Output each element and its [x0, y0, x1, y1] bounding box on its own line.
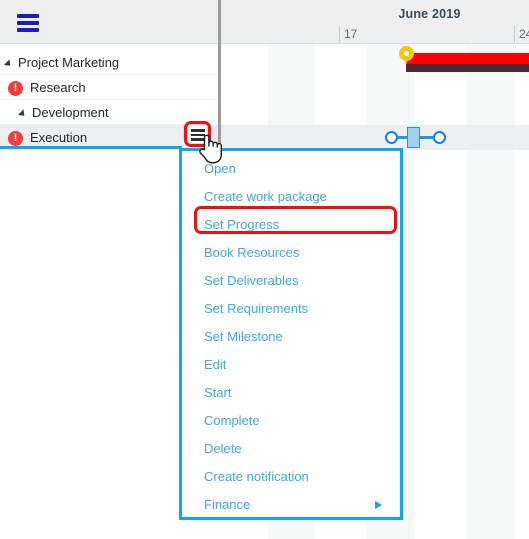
expander-icon[interactable]	[3, 59, 14, 69]
hamburger-bar-2	[17, 21, 39, 25]
row-hamburger-bar-1	[191, 129, 205, 132]
menu-item-label: Set Deliverables	[204, 273, 299, 288]
menu-item-set-requirements[interactable]: Set Requirements	[182, 295, 400, 323]
task-context-menu: Open Create work package Set Progress Bo…	[179, 148, 403, 520]
hamburger-icon[interactable]	[17, 14, 39, 32]
chevron-right-icon	[375, 501, 382, 509]
timeline-month-label: June 2019	[398, 7, 461, 21]
row-hamburger-bar-3	[191, 138, 205, 141]
table-row[interactable]: Development	[0, 100, 219, 125]
selected-row-highlight	[221, 125, 529, 150]
menu-item-label: Complete	[204, 413, 260, 428]
timeline-week-tick-24: 24	[514, 26, 529, 43]
menu-item-book-resources[interactable]: Book Resources	[182, 239, 400, 267]
menu-item-set-deliverables[interactable]: Set Deliverables	[182, 267, 400, 295]
menu-item-label: Finance	[204, 497, 251, 512]
task-bar-handle[interactable]	[407, 127, 420, 148]
menu-item-edit[interactable]: Edit	[182, 351, 400, 379]
warning-icon: !	[8, 131, 23, 146]
milestone-pin-dot	[404, 51, 409, 56]
menu-item-label: Start	[204, 385, 232, 400]
summary-task-bar[interactable]	[406, 53, 529, 64]
dependency-link-segment	[0, 146, 182, 149]
task-name: Project Marketing	[18, 55, 120, 70]
menu-item-label: Open	[204, 161, 236, 176]
menu-item-label: Book Resources	[204, 245, 300, 260]
timeline-day-band	[467, 44, 514, 539]
task-name: Research	[30, 80, 86, 95]
menu-item-label: Edit	[204, 357, 227, 372]
menu-item-label: Create work package	[204, 189, 327, 204]
menu-item-complete[interactable]: Complete	[182, 407, 400, 435]
warning-icon: !	[8, 81, 23, 96]
task-start-handle[interactable]	[385, 131, 398, 144]
milestone-pin-icon[interactable]	[399, 46, 414, 66]
task-name: Development	[32, 105, 109, 120]
row-hamburger-icon[interactable]	[187, 124, 208, 144]
table-row[interactable]: Project Marketing	[0, 50, 219, 75]
menu-item-set-progress[interactable]: Set Progress	[182, 211, 400, 239]
menu-item-set-milestone[interactable]: Set Milestone	[182, 323, 400, 351]
hamburger-bar-1	[17, 14, 39, 18]
menu-item-open[interactable]: Open	[182, 155, 400, 183]
task-name: Execution	[30, 130, 88, 145]
menu-item-label: Set Requirements	[204, 301, 309, 316]
menu-item-finance[interactable]: Finance	[182, 491, 400, 519]
menu-item-start[interactable]: Start	[182, 379, 400, 407]
row-hamburger-bar-2	[191, 133, 205, 136]
summary-task-bar-shadow	[406, 64, 529, 72]
menu-item-label: Delete	[204, 441, 242, 456]
menu-item-delete[interactable]: Delete	[182, 435, 400, 463]
menu-item-label: Create notification	[204, 469, 309, 484]
table-row[interactable]: ! Research	[0, 75, 219, 100]
hamburger-bar-3	[17, 28, 39, 32]
menu-item-create-notification[interactable]: Create notification	[182, 463, 400, 491]
task-end-handle[interactable]	[433, 131, 446, 144]
expander-icon[interactable]	[17, 109, 28, 119]
timeline-week-tick-17: 17	[339, 26, 357, 43]
menu-item-create-work-package[interactable]: Create work package	[182, 183, 400, 211]
menu-item-label: Set Milestone	[204, 329, 283, 344]
menu-item-label: Set Progress	[204, 217, 280, 232]
